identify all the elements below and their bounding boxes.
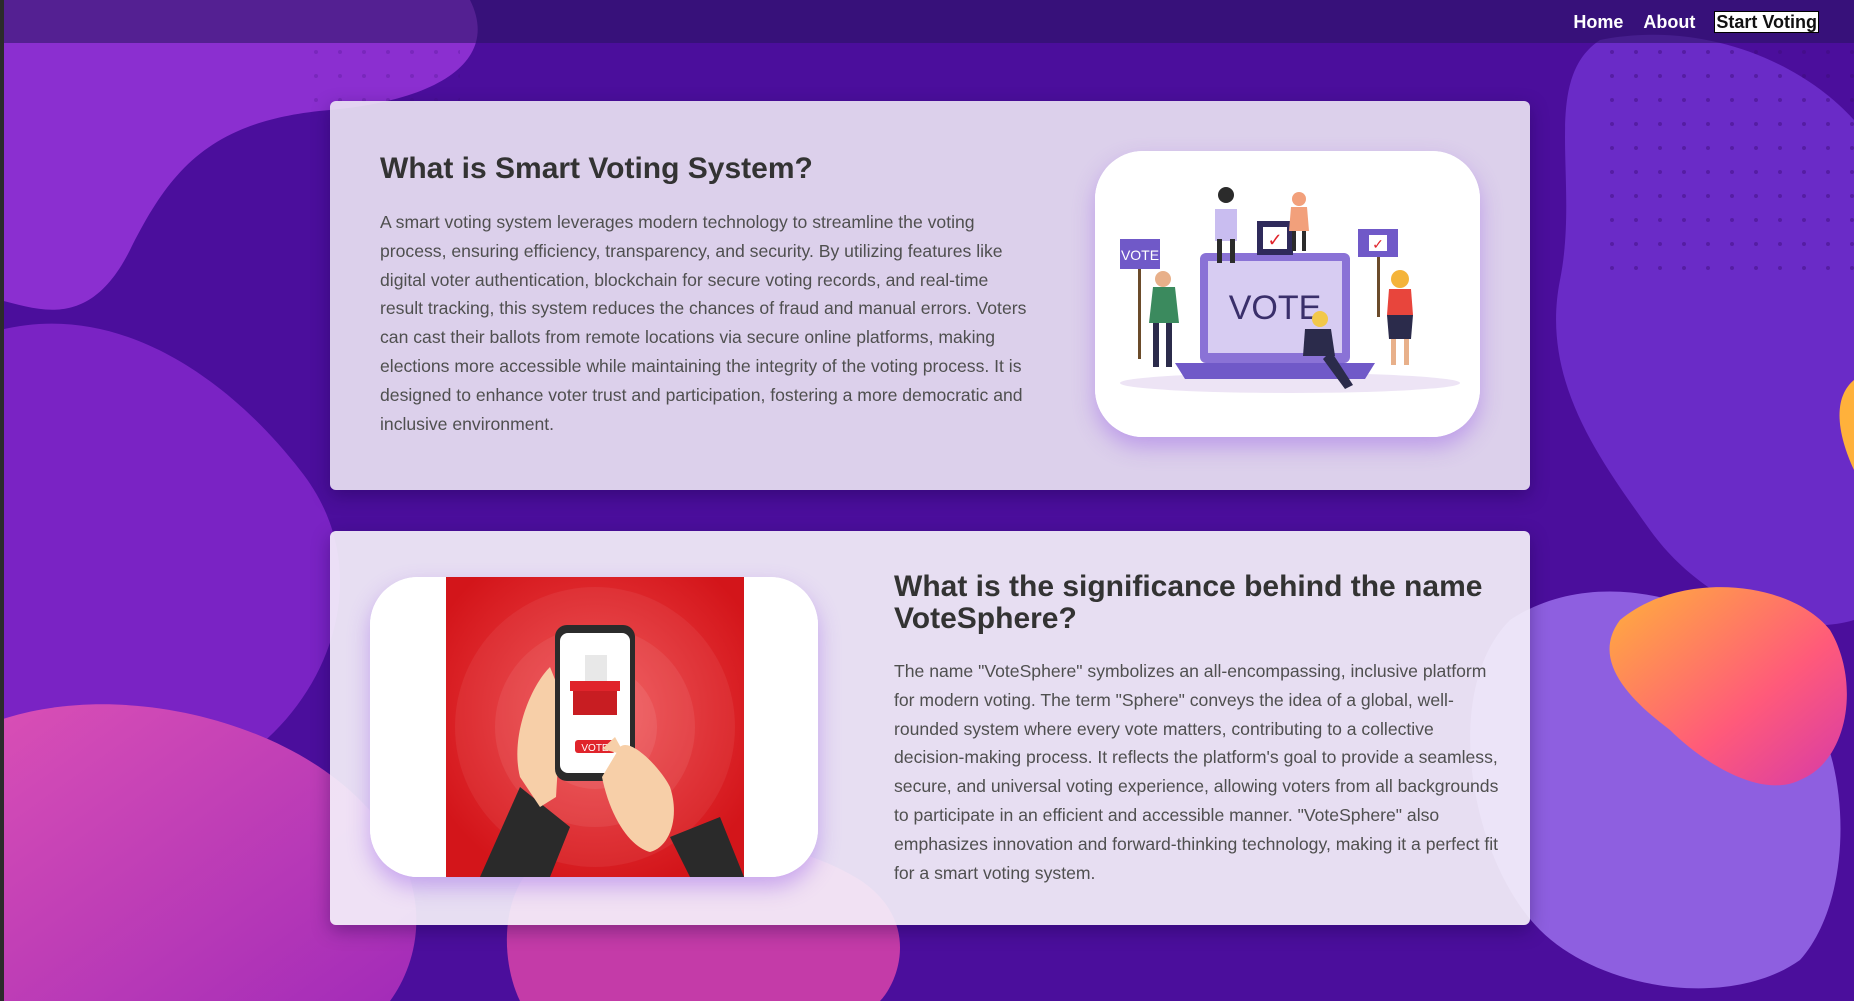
votesphere-card: VOTE What is the significance behind the… (330, 531, 1530, 925)
voting-laptop-illustration: VOTE ✓ VOTE ✓ (1095, 151, 1480, 437)
sign-check-icon: ✓ (1372, 236, 1384, 252)
top-navbar: Home About Start Voting (0, 0, 1854, 43)
votesphere-description: The name "VoteSphere" symbolizes an all-… (894, 661, 1499, 883)
smart-voting-card: What is Smart Voting System? A smart vot… (330, 101, 1530, 490)
nav-home-link[interactable]: Home (1573, 12, 1623, 32)
laptop-vote-text: VOTE (1229, 289, 1322, 327)
vote-sign-text: VOTE (1121, 247, 1159, 263)
smart-voting-description: A smart voting system leverages modern t… (380, 212, 1027, 434)
votesphere-title: What is the significance behind the name… (894, 570, 1483, 635)
nav-about-link[interactable]: About (1643, 12, 1695, 32)
nav-start-voting-link[interactable]: Start Voting (1714, 10, 1819, 33)
smart-voting-title: What is Smart Voting System? (380, 152, 813, 185)
ballot-check-icon: ✓ (1267, 230, 1282, 250)
phone-vote-illustration: VOTE (370, 577, 818, 877)
window-frame-edge (0, 0, 4, 1001)
